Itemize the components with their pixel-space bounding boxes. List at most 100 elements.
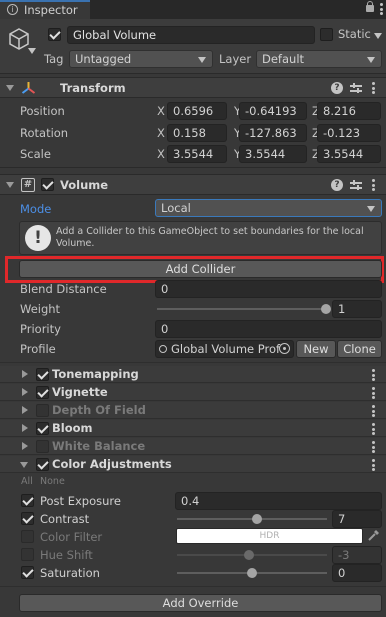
profile-object-field[interactable]: Global Volume Prof [155, 340, 294, 358]
override-header[interactable]: Vignette [0, 384, 386, 401]
preset-icon[interactable] [350, 179, 362, 191]
preset-icon[interactable] [350, 82, 362, 94]
add-collider-button[interactable]: Add Collider [19, 260, 382, 278]
none-toggle[interactable]: None [40, 476, 65, 487]
static-label: Static [338, 27, 371, 41]
help-icon[interactable]: ? [331, 179, 343, 191]
gameobject-name-field[interactable]: Global Volume [67, 26, 315, 44]
transform-z-field[interactable]: 8.216 [317, 102, 381, 120]
contrast-override-checkbox[interactable] [21, 512, 34, 525]
hue-shift-label: Hue Shift [40, 548, 93, 562]
hue-shift-override-checkbox[interactable] [21, 548, 34, 561]
contrast-slider-knob[interactable] [252, 514, 262, 524]
volume-header[interactable]: # Volume ? [0, 174, 386, 195]
color-filter-override-checkbox[interactable] [21, 530, 34, 543]
post-exposure-field[interactable]: 0.4 [175, 492, 382, 510]
override-name: Bloom [52, 421, 93, 435]
tab-kebab-icon[interactable] [380, 3, 383, 15]
mode-dropdown[interactable]: Local [155, 199, 382, 217]
override-header[interactable]: Depth Of Field [0, 402, 386, 419]
color-filter-label: Color Filter [40, 530, 103, 544]
static-dropdown-icon[interactable] [374, 33, 382, 39]
layer-dropdown[interactable]: Default [256, 50, 382, 68]
transform-z-field[interactable]: 3.5544 [317, 145, 381, 163]
override-header[interactable]: White Balance [0, 438, 386, 455]
blend-distance-field[interactable]: 0 [155, 280, 382, 298]
override-enabled-checkbox[interactable] [36, 440, 49, 453]
override-header[interactable]: Tonemapping [0, 366, 386, 383]
transform-header[interactable]: Transform ? [0, 77, 386, 98]
tag-label: Tag [44, 52, 64, 66]
volume-enabled-checkbox[interactable] [41, 178, 54, 191]
foldout-arrow-icon[interactable] [20, 462, 28, 468]
override-enabled-checkbox[interactable] [36, 458, 49, 471]
saturation-slider-knob[interactable] [247, 568, 257, 578]
foldout-arrow-icon[interactable] [22, 424, 28, 432]
kebab-icon[interactable] [372, 82, 375, 94]
color-filter-swatch[interactable]: HDR [176, 528, 363, 544]
kebab-icon[interactable] [372, 179, 375, 191]
help-text: Add a Collider to this GameObject to set… [56, 226, 364, 249]
priority-field[interactable]: 0 [155, 320, 382, 338]
clone-profile-button[interactable]: Clone [337, 340, 382, 358]
transform-x-field[interactable]: 3.5544 [167, 145, 227, 163]
hdr-label: HDR [259, 531, 280, 541]
static-checkbox[interactable] [320, 28, 333, 41]
foldout-arrow-icon[interactable] [6, 182, 14, 188]
hue-shift-field: -3 [332, 546, 382, 564]
eyedropper-icon[interactable] [367, 529, 380, 542]
tag-value: Untagged [75, 52, 132, 66]
hue-shift-slider-knob [244, 550, 254, 560]
object-picker-icon[interactable] [279, 343, 290, 354]
weight-slider-track[interactable] [157, 308, 327, 310]
axis-x-label[interactable]: X [157, 126, 165, 140]
foldout-arrow-icon[interactable] [22, 388, 28, 396]
icon-dropdown-icon[interactable] [28, 48, 36, 54]
post-exposure-override-checkbox[interactable] [21, 494, 34, 507]
inspector-tab[interactable]: i Inspector [0, 0, 90, 19]
transform-y-field[interactable]: -0.64193 [239, 102, 307, 120]
kebab-icon[interactable] [372, 369, 375, 381]
lock-icon[interactable] [366, 1, 374, 12]
add-override-button[interactable]: Add Override [19, 594, 382, 612]
profile-value: Global Volume Prof [171, 342, 281, 356]
new-profile-button[interactable]: New [296, 340, 336, 358]
saturation-override-checkbox[interactable] [21, 566, 34, 579]
foldout-arrow-icon[interactable] [22, 370, 28, 378]
kebab-icon[interactable] [372, 441, 375, 453]
help-icon[interactable]: ? [331, 82, 343, 94]
kebab-icon[interactable] [372, 423, 375, 435]
foldout-arrow-icon[interactable] [22, 406, 28, 414]
foldout-arrow-icon[interactable] [6, 85, 14, 91]
override-name: Vignette [52, 385, 108, 399]
contrast-field[interactable]: 7 [332, 510, 382, 528]
axis-x-label[interactable]: X [157, 147, 165, 161]
transform-y-field[interactable]: 3.5544 [239, 145, 307, 163]
foldout-arrow-icon[interactable] [22, 442, 28, 450]
active-checkbox[interactable] [48, 28, 61, 41]
axis-x-label[interactable]: X [157, 104, 165, 118]
kebab-icon[interactable] [372, 405, 375, 417]
chevron-down-icon [367, 206, 375, 212]
kebab-icon[interactable] [372, 387, 375, 399]
tag-dropdown[interactable]: Untagged [69, 50, 213, 68]
override-name: Depth Of Field [52, 403, 146, 417]
transform-z-field[interactable]: -0.123 [317, 124, 381, 142]
layer-value: Default [262, 52, 305, 66]
transform-y-field[interactable]: -127.863 [239, 124, 307, 142]
weight-slider-knob[interactable] [321, 304, 331, 314]
override-enabled-checkbox[interactable] [36, 422, 49, 435]
override-header[interactable]: Bloom [0, 420, 386, 437]
override-enabled-checkbox[interactable] [36, 386, 49, 399]
override-enabled-checkbox[interactable] [36, 368, 49, 381]
override-header[interactable]: Color Adjustments [0, 456, 386, 473]
saturation-field[interactable]: 0 [332, 564, 382, 582]
override-enabled-checkbox[interactable] [36, 404, 49, 417]
weight-field[interactable]: 1 [332, 300, 382, 318]
transform-row-label: Position [20, 104, 65, 118]
transform-x-field[interactable]: 0.6596 [167, 102, 227, 120]
script-icon: # [21, 178, 35, 192]
all-toggle[interactable]: All [21, 476, 33, 487]
kebab-icon[interactable] [372, 459, 375, 471]
transform-x-field[interactable]: 0.158 [167, 124, 227, 142]
